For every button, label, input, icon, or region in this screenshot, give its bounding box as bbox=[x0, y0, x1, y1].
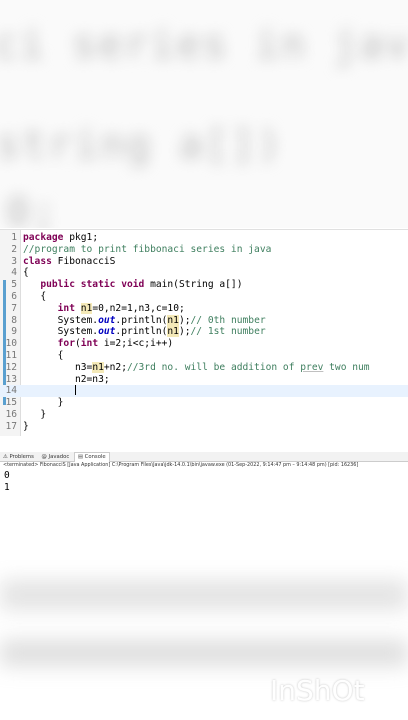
console-panel: ⚠ Problems @ Javadoc ▤ Console <terminat… bbox=[0, 452, 408, 542]
blurred-text: string a[]) bbox=[0, 122, 283, 168]
tab-console[interactable]: ▤ Console bbox=[73, 452, 110, 462]
code-line[interactable]: 13 n2=n3; bbox=[0, 374, 408, 386]
code-line[interactable]: 1 package pkg1; bbox=[0, 232, 408, 244]
console-output-line: 1 bbox=[4, 482, 10, 493]
panel-tabs: ⚠ Problems @ Javadoc ▤ Console bbox=[0, 452, 408, 462]
current-code-line[interactable]: 14 bbox=[0, 385, 408, 398]
code-line[interactable]: 4{ bbox=[0, 267, 408, 279]
code-line[interactable]: 10 for(int i=2;i<c;i++) bbox=[0, 338, 408, 350]
code-line[interactable]: 5 public static void main(String a[]) bbox=[0, 279, 408, 291]
inshot-watermark: InShOt bbox=[270, 674, 365, 707]
code-line[interactable]: 16 } bbox=[0, 409, 408, 421]
blurred-text: 0; bbox=[6, 190, 59, 228]
code-line[interactable]: 12 n3=n1+n2;//3rd no. will be addition o… bbox=[0, 361, 408, 374]
tab-javadoc[interactable]: @ Javadoc bbox=[39, 453, 73, 462]
code-line[interactable]: 6 { bbox=[0, 291, 408, 303]
blurred-zoom-region: ci series in jav string a[]) 0; bbox=[0, 0, 408, 228]
code-line[interactable]: 9 System.out.println(n1);// 1st number bbox=[0, 326, 408, 338]
code-line[interactable]: 17} bbox=[0, 421, 408, 433]
text-cursor bbox=[74, 385, 76, 396]
code-line[interactable]: 3 class FibonacciS bbox=[0, 256, 408, 268]
blurred-text: ci series in jav bbox=[0, 22, 408, 68]
terminated-status: <terminated> FibonacciS [Java Applicatio… bbox=[3, 462, 359, 468]
code-line[interactable]: 8 System.out.println(n1);// 0th number bbox=[0, 314, 408, 327]
code-line[interactable]: 2//program to print fibbonaci series in … bbox=[0, 244, 408, 256]
console-output-line: 0 bbox=[4, 470, 10, 481]
code-editor[interactable]: 1 package pkg1; 2//program to print fibbo… bbox=[0, 229, 408, 445]
code-line[interactable]: 7 int n1=0,n2=1,n3,c=10; bbox=[0, 302, 408, 315]
code-line[interactable]: 15 } bbox=[0, 397, 408, 409]
tab-problems[interactable]: ⚠ Problems bbox=[0, 453, 37, 462]
code-line[interactable]: 11 { bbox=[0, 350, 408, 362]
